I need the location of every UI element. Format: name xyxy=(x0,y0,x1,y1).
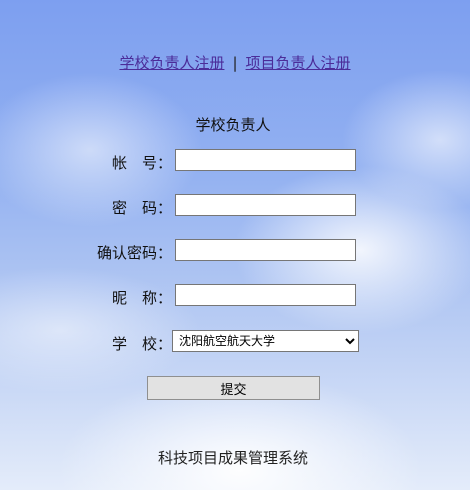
password-label: 密 码： xyxy=(111,199,172,217)
submit-button[interactable]: 提交 xyxy=(147,376,320,400)
school-row: 学 校： 沈阳航空航天大学 xyxy=(0,330,470,354)
password-row: 密 码： xyxy=(0,194,470,218)
nickname-input[interactable] xyxy=(175,284,356,306)
password-input[interactable] xyxy=(175,194,356,216)
system-name-footer: 科技项目成果管理系统 xyxy=(157,449,308,467)
form-title: 学校负责人 xyxy=(195,116,271,134)
account-row: 帐 号： xyxy=(0,149,470,173)
register-nav: 学校负责人注册 | 项目负责人注册 xyxy=(0,52,470,73)
nickname-label: 昵 称： xyxy=(111,289,172,307)
school-label: 学 校： xyxy=(111,335,172,353)
school-leader-register-link[interactable]: 学校负责人注册 xyxy=(119,54,224,72)
nickname-row: 昵 称： xyxy=(0,284,470,308)
nav-separator: | xyxy=(232,54,238,72)
confirm-password-label: 确认密码： xyxy=(96,244,172,262)
confirm-password-row: 确认密码： xyxy=(0,239,470,263)
school-select[interactable]: 沈阳航空航天大学 xyxy=(172,330,359,352)
project-leader-register-link[interactable]: 项目负责人注册 xyxy=(246,54,351,72)
account-label: 帐 号： xyxy=(111,154,172,172)
confirm-password-input[interactable] xyxy=(175,239,356,261)
account-input[interactable] xyxy=(175,149,356,171)
